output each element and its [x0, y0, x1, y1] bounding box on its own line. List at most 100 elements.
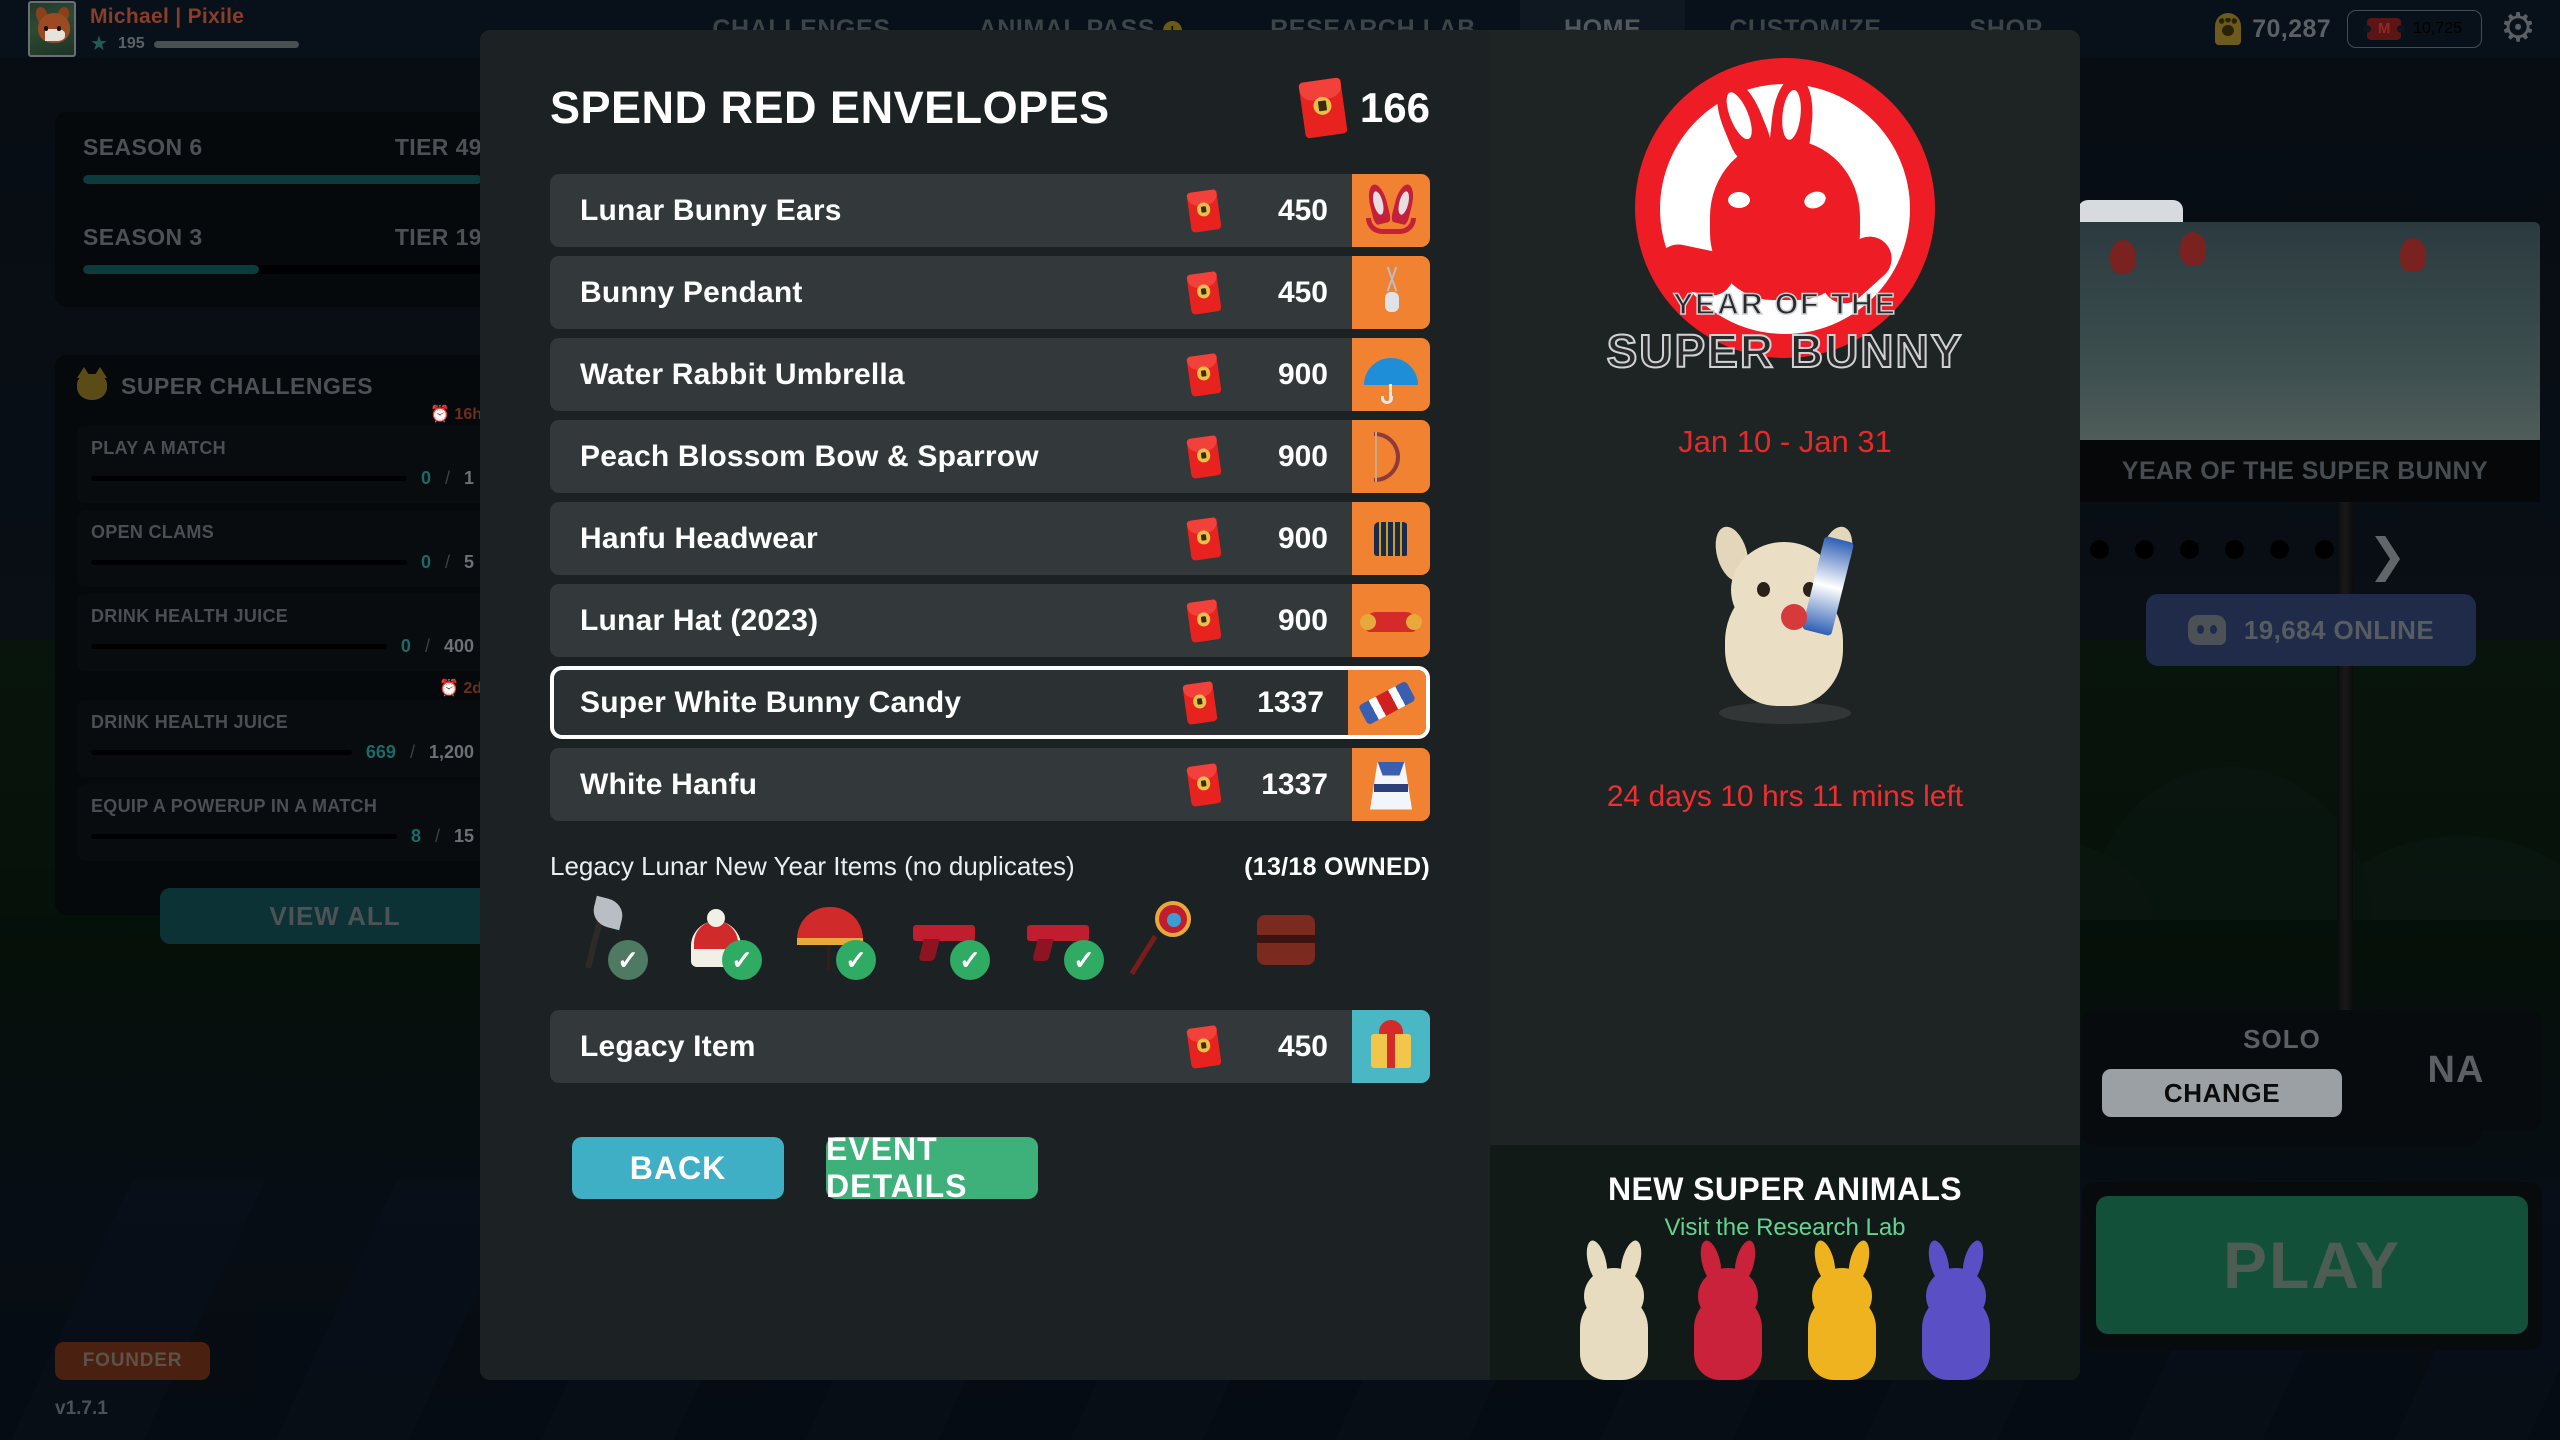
legacy-thumb-fan[interactable]: [1120, 892, 1224, 984]
item-row[interactable]: Water Rabbit Umbrella 900: [550, 338, 1430, 411]
red-envelope-icon: [1186, 598, 1222, 643]
legacy-thumb-glaive[interactable]: ✓: [550, 892, 654, 984]
challenge-max: 400: [443, 636, 474, 656]
item-cost-value: 1337: [1261, 767, 1328, 801]
purchasable-item-list: Lunar Bunny Ears 450 Bunny Pendant 450 W…: [550, 174, 1430, 821]
animal-preview: [1794, 1238, 1890, 1380]
red-envelope-icon: [1186, 516, 1222, 561]
challenge-item[interactable]: PLAY A MATCH 0 / 1: [77, 426, 488, 503]
legacy-section: Legacy Lunar New Year Items (no duplicat…: [550, 851, 1430, 1083]
event-banner-label: YEAR OF THE SUPER BUNNY: [2070, 440, 2540, 502]
legacy-thumb-drum[interactable]: [1234, 892, 1338, 984]
legacy-thumbnail-strip[interactable]: ✓ ✓ ✓ ✓ ✓: [550, 892, 1430, 984]
legacy-item-row[interactable]: Legacy Item 450: [550, 1010, 1430, 1083]
item-row[interactable]: White Hanfu 1337: [550, 748, 1430, 821]
challenge-current: 0: [420, 468, 431, 488]
legacy-thumb-parasol[interactable]: ✓: [778, 892, 882, 984]
red-envelope-balance-value: 166: [1359, 84, 1430, 131]
event-time-remaining: 24 days 10 hrs 11 mins left: [1606, 780, 1964, 813]
item-thumbnail-white-hanfu: [1352, 748, 1430, 821]
challenge-timer: ⏰ 16h: [430, 406, 482, 423]
item-row[interactable]: Lunar Hat (2023) 900: [550, 584, 1430, 657]
challenge-name: EQUIP A POWERUP IN A MATCH: [91, 796, 378, 816]
legacy-thumb-pistol-b[interactable]: ✓: [1006, 892, 1110, 984]
currency-tickets[interactable]: M 10,725: [2347, 10, 2482, 48]
spend-red-envelopes-modal: SPEND RED ENVELOPES 166 Lunar Bunny Ears…: [480, 30, 2080, 1380]
owned-check-icon: ✓: [836, 940, 876, 980]
item-name: Super White Bunny Candy: [580, 685, 962, 719]
play-button[interactable]: PLAY: [2096, 1196, 2528, 1334]
season-progress-bar: [83, 175, 482, 184]
challenge-item[interactable]: DRINK HEALTH JUICE 669 / 1,200: [77, 700, 488, 777]
red-envelope-icon: [1186, 352, 1222, 397]
item-cost-value: 1337: [1257, 685, 1324, 719]
red-envelope-icon: [1186, 270, 1222, 315]
animal-preview: [1566, 1238, 1662, 1380]
gear-icon[interactable]: ⚙: [2498, 8, 2538, 49]
carousel-dot[interactable]: [2225, 540, 2244, 559]
profile-summary[interactable]: Michael | Pixile ★ 195: [0, 1, 540, 57]
item-row[interactable]: Peach Blossom Bow & Sparrow 900: [550, 420, 1430, 493]
season-row[interactable]: SEASON 6 TIER 49: [83, 134, 482, 184]
challenges-header: SUPER CHALLENGES: [77, 366, 488, 400]
currency-bar: 70,287 M 10,725 ⚙: [2215, 8, 2560, 49]
season-tier: TIER 19: [394, 224, 482, 250]
region-selector[interactable]: NA: [2370, 1010, 2542, 1130]
item-cost: 900: [1186, 434, 1328, 479]
carousel-dot[interactable]: [2270, 540, 2289, 559]
red-envelope-icon: [1186, 762, 1222, 807]
item-cost-value: 900: [1277, 603, 1328, 637]
item-cost: 900: [1186, 598, 1328, 643]
item-row[interactable]: Lunar Bunny Ears 450: [550, 174, 1430, 247]
season-progress-bar: [83, 265, 482, 274]
season-row[interactable]: SEASON 3 TIER 19: [83, 224, 482, 274]
change-mode-button[interactable]: CHANGE: [2102, 1069, 2342, 1117]
carousel-dot[interactable]: [2315, 540, 2334, 559]
item-name: Peach Blossom Bow & Sparrow: [580, 439, 1039, 473]
avatar[interactable]: [28, 1, 76, 57]
challenge-bar: [91, 644, 387, 649]
view-all-button[interactable]: VIEW ALL: [160, 888, 510, 944]
challenge-current: 8: [410, 826, 421, 846]
carousel-dot[interactable]: [2135, 540, 2154, 559]
discord-online-count: 19,684 ONLINE: [2243, 614, 2435, 645]
legacy-thumb-beanie[interactable]: ✓: [664, 892, 768, 984]
challenge-item[interactable]: OPEN CLAMS 0 / 5: [77, 510, 488, 587]
challenge-separator: /: [434, 826, 440, 846]
version-label: v1.7.1: [55, 1398, 108, 1419]
discord-icon: [2187, 615, 2226, 645]
carousel-dots[interactable]: [2090, 540, 2480, 559]
challenges-title: SUPER CHALLENGES: [121, 373, 374, 399]
legacy-thumb-pistol-a[interactable]: ✓: [892, 892, 996, 984]
carousel-dot[interactable]: [2180, 540, 2199, 559]
player-level-row: ★ 195: [90, 32, 299, 55]
carousel-dot[interactable]: [2090, 540, 2109, 559]
item-row-selected[interactable]: Super White Bunny Candy 1337: [550, 666, 1430, 739]
item-row[interactable]: Bunny Pendant 450: [550, 256, 1430, 329]
chevron-right-icon[interactable]: ❯: [2368, 528, 2407, 582]
challenge-item[interactable]: EQUIP A POWERUP IN A MATCH 8 / 15: [77, 784, 488, 861]
new-super-animals-panel[interactable]: NEW SUPER ANIMALS Visit the Research Lab: [1490, 1145, 2080, 1380]
discord-online-badge[interactable]: 19,684 ONLINE: [2146, 594, 2476, 666]
challenge-name: OPEN CLAMS: [91, 522, 215, 542]
item-cost: 1337: [1186, 762, 1328, 807]
super-challenges-card: SUPER CHALLENGES ⏰ 16h PLAY A MATCH 0 / …: [55, 355, 510, 915]
item-cost: 900: [1186, 352, 1328, 397]
item-thumbnail-lunar-hat: [1352, 584, 1430, 657]
founder-badge: FOUNDER: [55, 1342, 210, 1380]
red-envelope-icon: [1186, 188, 1222, 233]
red-envelope-icon: [1182, 680, 1218, 725]
challenge-item[interactable]: DRINK HEALTH JUICE 0 / 400: [77, 594, 488, 671]
back-button[interactable]: BACK: [572, 1137, 784, 1199]
event-banner-image[interactable]: [2070, 222, 2540, 462]
challenge-current: 0: [400, 636, 411, 656]
event-details-button[interactable]: EVENT DETAILS: [826, 1131, 1038, 1204]
item-row[interactable]: Hanfu Headwear 900: [550, 502, 1430, 575]
currency-paws[interactable]: 70,287: [2215, 13, 2331, 45]
challenge-separator: /: [444, 468, 450, 488]
item-cost-value: 450: [1277, 193, 1328, 227]
challenge-bar: [91, 560, 407, 565]
star-icon: ★: [90, 32, 108, 55]
legacy-item-row-wrap: Legacy Item 450: [550, 1010, 1430, 1083]
modal-left-column: SPEND RED ENVELOPES 166 Lunar Bunny Ears…: [480, 30, 1490, 1380]
